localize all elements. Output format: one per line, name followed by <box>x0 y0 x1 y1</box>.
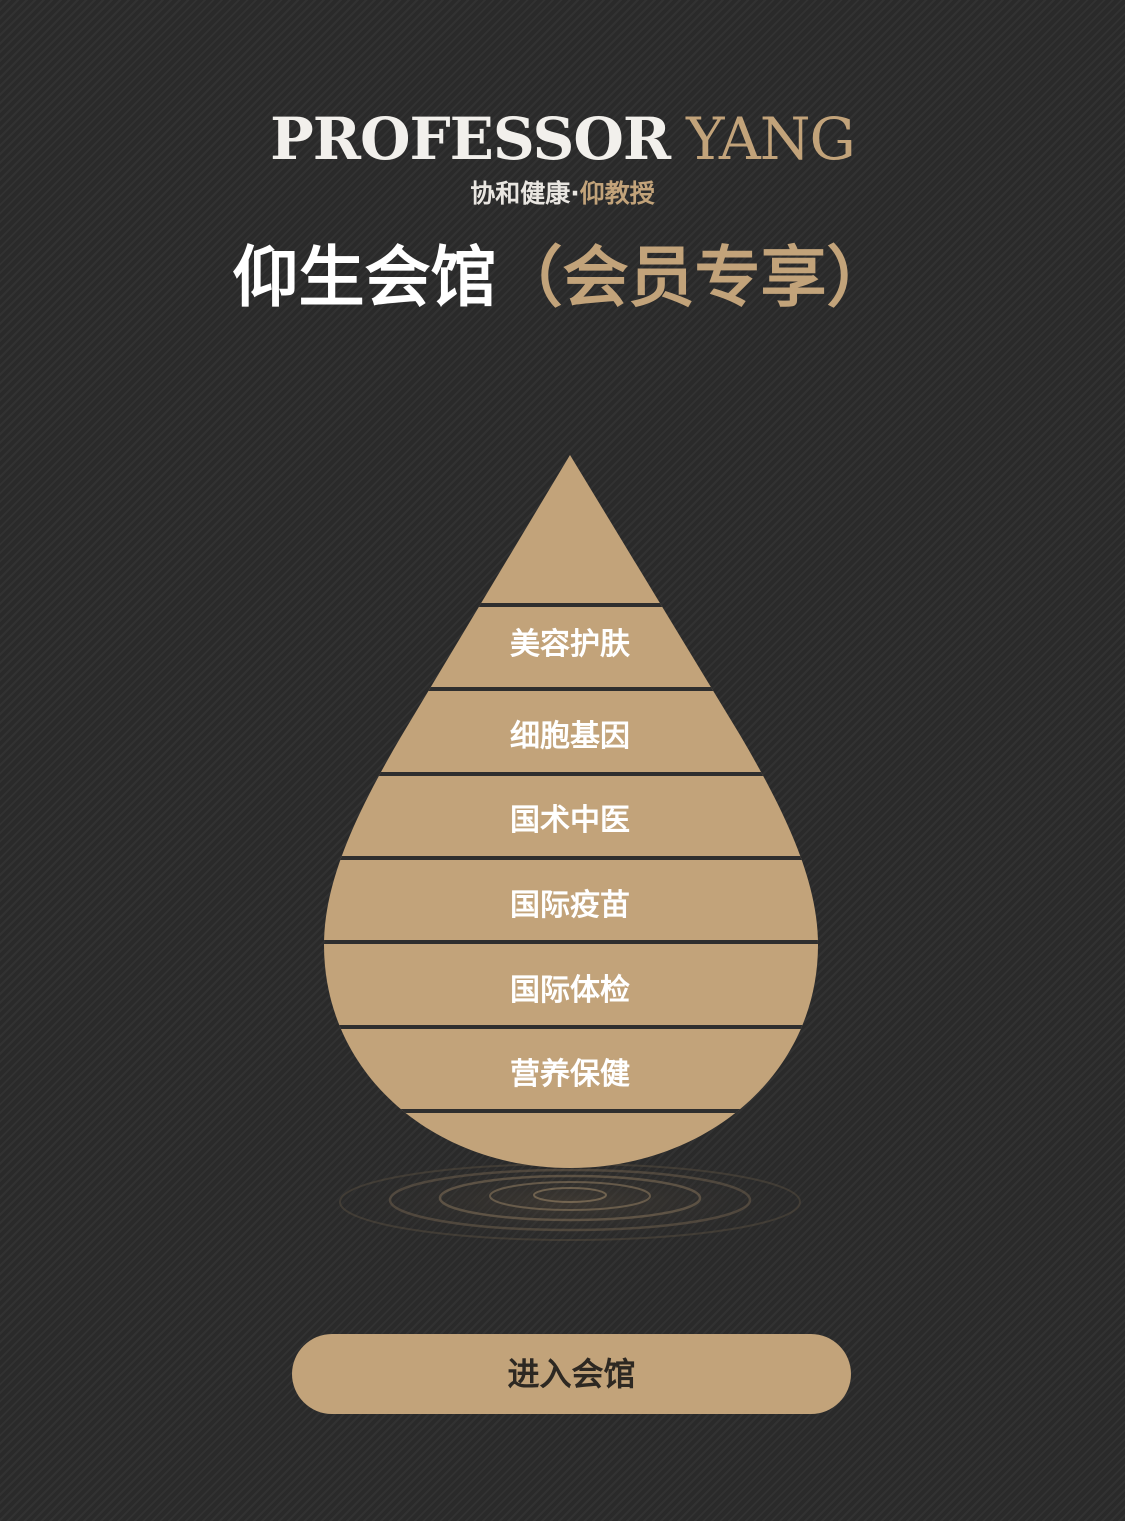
drop-item-international-vaccine[interactable]: 国际疫苗 <box>420 886 720 926</box>
enter-club-button[interactable]: 进入会馆 <box>292 1334 851 1414</box>
drop-item-nutrition-health[interactable]: 营养保健 <box>420 1055 720 1095</box>
drop-item-beauty-skincare[interactable]: 美容护肤 <box>420 625 720 665</box>
water-ripple <box>320 1158 820 1246</box>
drop-item-cell-gene[interactable]: 细胞基因 <box>420 717 720 757</box>
drop-item-chinese-medicine[interactable]: 国术中医 <box>420 801 720 841</box>
drop-item-international-checkup[interactable]: 国际体检 <box>420 971 720 1011</box>
